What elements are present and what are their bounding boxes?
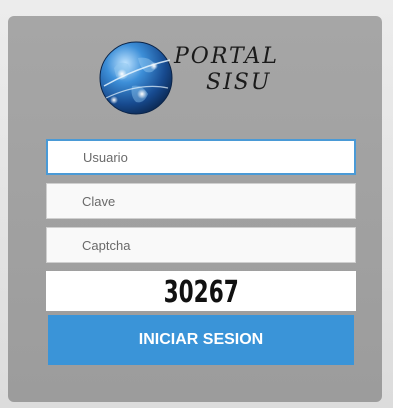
username-input[interactable] <box>46 139 356 175</box>
globe-icon <box>99 41 173 115</box>
captcha-code: 30267 <box>163 275 239 310</box>
password-input[interactable] <box>46 183 356 219</box>
captcha-input[interactable] <box>46 227 356 263</box>
logo-title-line1: PORTAL <box>174 44 279 69</box>
portal-logo: PORTAL SISU <box>96 30 286 130</box>
captcha-image: 30267 <box>46 271 356 311</box>
login-button[interactable]: INICIAR SESION <box>48 315 354 365</box>
logo-title-line2: SISU <box>206 70 272 95</box>
